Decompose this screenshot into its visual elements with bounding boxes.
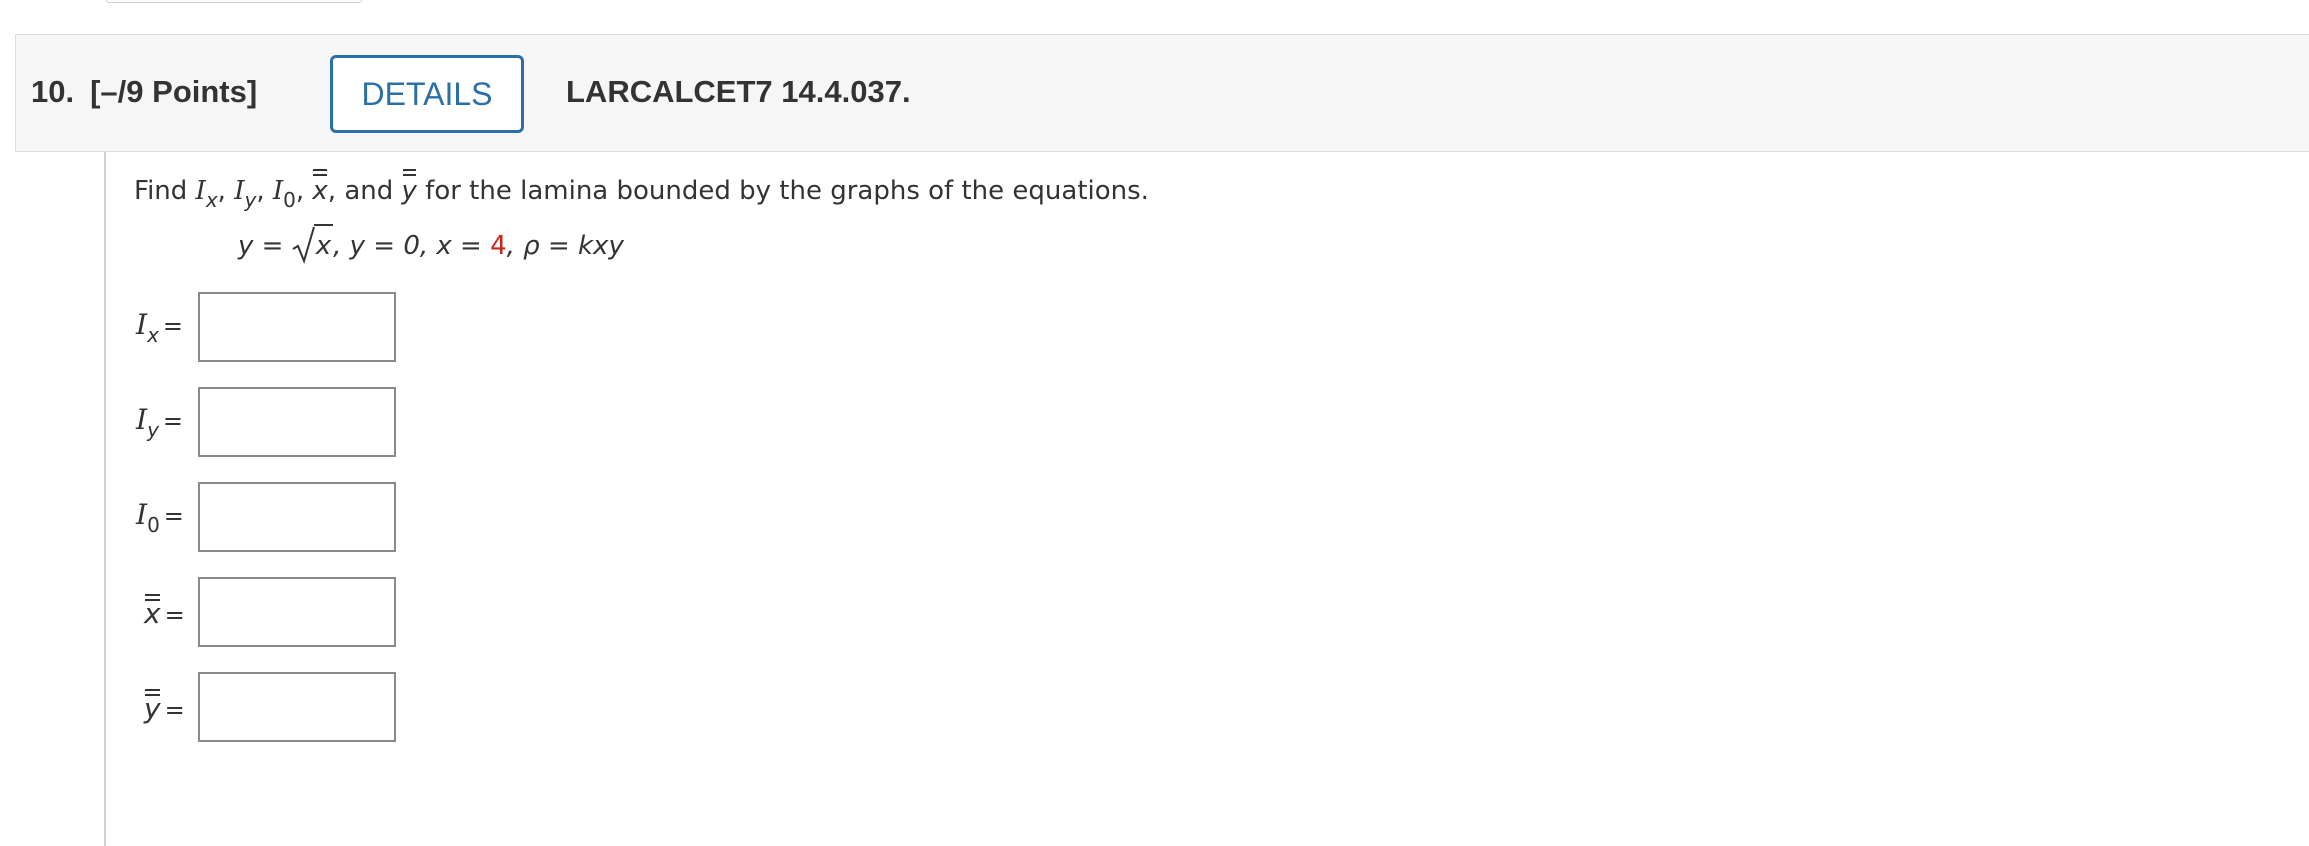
prompt-iy: Iy [234,176,257,212]
equation-part3: , ρ = kxy [506,231,624,261]
answer-label-xbar: x = [144,593,185,630]
answer-row-ix: Ix = [134,292,434,364]
equation-line: y = x, y = 0, x = 4, ρ = kxy [238,224,624,265]
answer-row-xbar: x = [134,577,434,649]
equation-y-eq: y = [238,231,292,261]
prompt-and: and [344,176,394,206]
question-points: [–/9 Points] [90,74,258,109]
prompt-xbar: x [312,168,328,210]
answer-row-i0: I0 = [134,482,434,554]
answer-input-xbar[interactable] [198,577,396,647]
answer-input-ybar[interactable] [198,672,396,742]
answer-row-ybar: y = [134,672,434,744]
question-code: LARCALCET7 14.4.037. [566,74,911,109]
top-tab-edge [106,0,362,3]
sqrt-expression: x [292,224,334,265]
answer-label-iy: Iy = [136,403,184,442]
radical-sign-icon [292,226,315,265]
answer-input-ix[interactable] [198,292,396,362]
equation-part2: , y = 0, x = [333,231,491,261]
prompt-ybar: y [402,168,417,210]
answer-label-ix: Ix = [136,308,184,347]
prompt-rest: for the lamina bounded by the graphs of … [425,176,1149,206]
answer-label-i0: I0 = [136,498,184,537]
answer-row-iy: Iy = [134,387,434,459]
prompt-i0: I0 [272,176,296,212]
question-number: 10. [31,74,75,109]
question-page: 10. [–/9 Points] DETAILS LARCALCET7 14.4.… [0,0,2309,846]
prompt-ix: Ix [195,176,218,212]
details-button[interactable]: DETAILS [330,55,524,133]
problem-prompt: Find Ix, Iy, I0, x, and y for the lamina… [134,168,1149,212]
sqrt-argument: x [313,224,334,265]
prompt-find: Find [134,176,188,206]
answer-label-ybar: y = [144,688,185,725]
answer-input-iy[interactable] [198,387,396,457]
left-divider [104,152,106,846]
answer-input-i0[interactable] [198,482,396,552]
equation-x-value: 4 [490,231,507,261]
question-number-and-points: 10. [–/9 Points] [31,74,273,110]
